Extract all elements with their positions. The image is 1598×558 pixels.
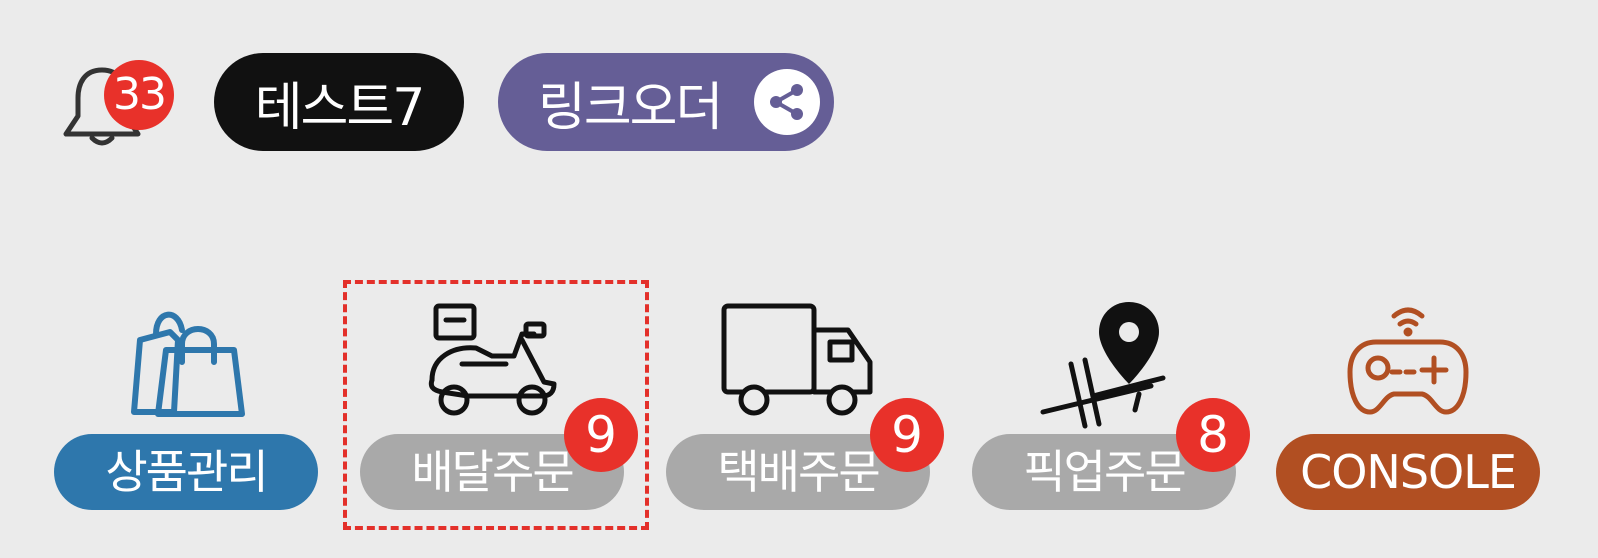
notification-count-badge: 33 [104,60,174,130]
share-icon [770,84,803,120]
gamepad-icon [1347,307,1469,415]
notification-button[interactable]: 33 [60,58,174,148]
share-button[interactable] [754,69,820,135]
menu-pickup[interactable]: 픽업주문 8 [972,290,1250,510]
link-order-button[interactable]: 링크오더 [498,53,834,151]
link-order-label: 링크오더 [538,77,723,138]
menu-parcel[interactable]: 택배주문 9 [666,290,944,510]
menu-console[interactable]: CONSOLE [1276,290,1540,510]
pickup-count-badge: 8 [1176,398,1250,472]
truck-icon [721,303,873,416]
map-pin-icon [1040,302,1166,429]
shopping-bags-icon [131,311,245,417]
parcel-count-badge: 9 [870,398,944,472]
store-name-label: 테스트7 [254,77,426,138]
menu-products-label: 상품관리 [54,434,318,510]
selected-highlight [343,280,649,530]
store-name-button[interactable]: 테스트7 [214,53,464,151]
menu-products[interactable]: 상품관리 [54,290,318,510]
menu-console-label: CONSOLE [1276,434,1540,510]
